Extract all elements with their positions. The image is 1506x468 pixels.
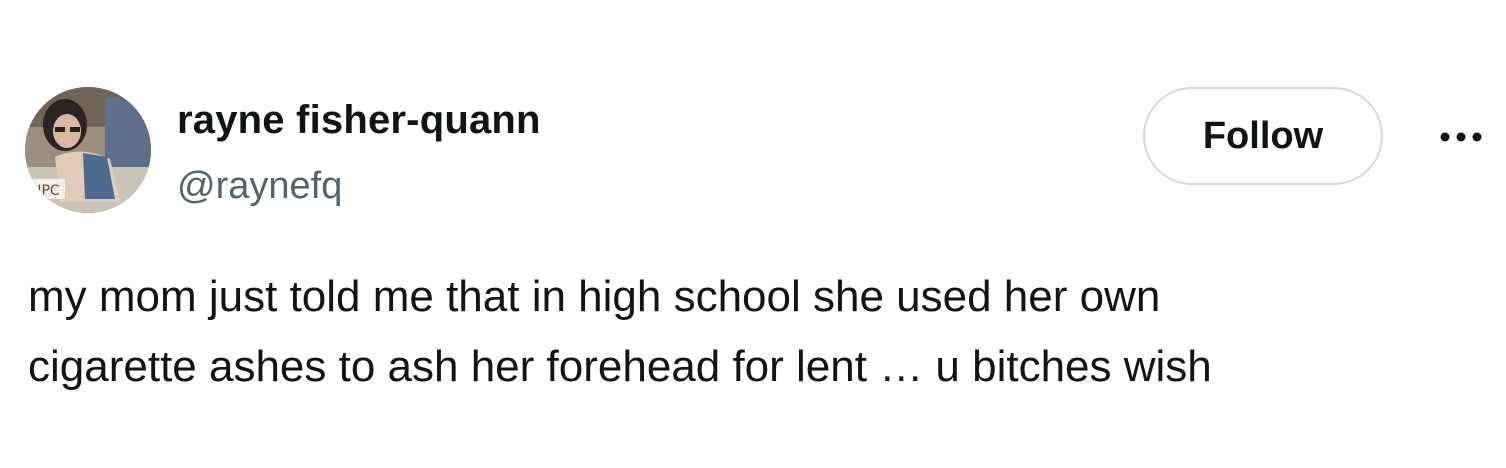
svg-text:NPC: NPC (31, 183, 60, 199)
more-options-button[interactable] (1436, 120, 1486, 154)
avatar-photo: NPC (25, 87, 151, 213)
author-display-name[interactable]: rayne fisher-quann (177, 96, 541, 144)
tweet-text: my mom just told me that in high school … (28, 272, 1212, 391)
follow-button[interactable]: Follow (1143, 87, 1383, 185)
avatar[interactable]: NPC (25, 87, 151, 213)
tweet-card: NPC rayne fisher-quann @raynefq Follow m… (0, 0, 1506, 468)
more-horizontal-icon (1440, 132, 1482, 142)
follow-button-label: Follow (1202, 114, 1324, 157)
author-handle[interactable]: @raynefq (177, 163, 342, 209)
